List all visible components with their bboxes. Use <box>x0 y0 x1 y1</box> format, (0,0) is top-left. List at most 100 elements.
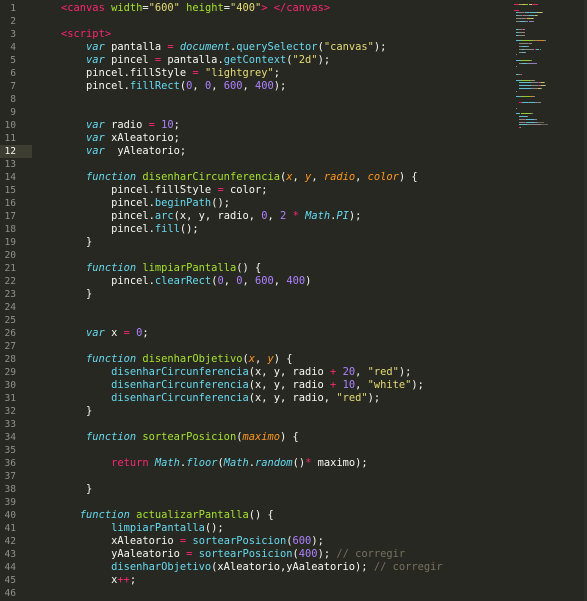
code-text[interactable]: limpiarPantalla(); <box>36 522 224 535</box>
code-line[interactable]: 42 xAleatorio = sortearPosicion(600); <box>0 535 500 548</box>
code-text[interactable]: var yAleatorio; <box>36 145 186 158</box>
code-line[interactable]: 4 var pantalla = document.querySelector(… <box>0 41 500 54</box>
code-text[interactable]: function limpiarPantalla() { <box>36 262 261 275</box>
code-token: ; <box>273 67 281 79</box>
code-text[interactable]: function disenharCircunferencia(x, y, ra… <box>36 171 418 184</box>
code-token: document <box>179 41 230 53</box>
code-line[interactable]: 7 pincel.fillRect(0, 0, 600, 400); <box>0 80 500 93</box>
code-token: "canvas" <box>323 41 374 53</box>
code-line[interactable]: 12 var yAleatorio; <box>0 145 500 158</box>
code-token: sortearPosicion <box>142 431 237 443</box>
code-line[interactable]: 2 <box>0 15 500 28</box>
code-token: yAleatorio; <box>104 145 187 157</box>
code-line[interactable]: 40 function actualizarPantalla() { <box>0 509 500 522</box>
code-text[interactable]: disenharCircunferencia(x, y, radio, "red… <box>36 392 380 405</box>
code-text[interactable]: xAleatorio = sortearPosicion(600); <box>36 535 324 548</box>
code-line[interactable]: 37 <box>0 470 500 483</box>
code-line[interactable]: 8 <box>0 93 500 106</box>
code-line[interactable]: 17 pincel.arc(x, y, radio, 0, 2 * Math.P… <box>0 210 500 223</box>
code-text[interactable]: <canvas width="600" height="400"> </canv… <box>36 2 330 15</box>
code-line[interactable]: 15 pincel.fillStyle = color; <box>0 184 500 197</box>
code-line[interactable]: 39 <box>0 496 500 509</box>
code-line[interactable]: 25 <box>0 314 500 327</box>
code-line[interactable]: 33 <box>0 418 500 431</box>
code-line[interactable]: 19 } <box>0 236 500 249</box>
code-line[interactable]: 28 function disenharObjetivo(x, y) { <box>0 353 500 366</box>
code-line[interactable]: 11 var xAleatorio; <box>0 132 500 145</box>
code-text[interactable]: disenharCircunferencia(x, y, radio + 10,… <box>36 379 424 392</box>
code-line[interactable]: 21 function limpiarPantalla() { <box>0 262 500 275</box>
code-line[interactable]: 9 <box>0 106 500 119</box>
code-line[interactable]: 23 } <box>0 288 500 301</box>
code-text[interactable]: pincel.fill(); <box>36 223 199 236</box>
code-line[interactable]: 29 disenharCircunferencia(x, y, radio + … <box>0 366 500 379</box>
code-text[interactable]: disenharCircunferencia(x, y, radio + 20,… <box>36 366 411 379</box>
code-text[interactable]: var x = 0; <box>36 327 149 340</box>
code-line[interactable]: 34 function sortearPosicion(maximo) { <box>0 431 500 444</box>
code-line[interactable]: 46 <box>0 587 500 600</box>
code-text[interactable]: } <box>36 236 92 249</box>
code-line[interactable]: 45 x++; <box>0 574 500 587</box>
code-text[interactable]: var pantalla = document.querySelector("c… <box>36 41 386 54</box>
code-line[interactable]: 30 disenharCircunferencia(x, y, radio + … <box>0 379 500 392</box>
code-line[interactable]: 22 pincel.clearRect(0, 0, 600, 400) <box>0 275 500 288</box>
code-line[interactable]: 38 } <box>0 483 500 496</box>
code-token: ); <box>317 548 331 560</box>
code-line[interactable]: 3 <script> <box>0 28 500 41</box>
code-text[interactable]: } <box>36 288 92 301</box>
code-text[interactable]: pincel.fillStyle = color; <box>36 184 267 197</box>
code-text[interactable]: x++; <box>36 574 136 587</box>
code-text[interactable]: var radio = 10; <box>36 119 180 132</box>
code-line[interactable]: 44 disenharObjetivo(xAleatorio,yAaleator… <box>0 561 500 574</box>
line-number: 40 <box>4 510 16 521</box>
code-line[interactable]: 26 var x = 0; <box>0 327 500 340</box>
code-line[interactable]: 10 var radio = 10; <box>0 119 500 132</box>
code-line[interactable]: 32 } <box>0 405 500 418</box>
minimap-stroke <box>520 113 531 115</box>
code-text[interactable]: yAaleatorio = sortearPosicion(400); // c… <box>36 548 405 561</box>
code-line[interactable]: 6 pincel.fillStyle = "lightgrey"; <box>0 67 500 80</box>
code-line[interactable]: 14 function disenharCircunferencia(x, y,… <box>0 171 500 184</box>
code-text[interactable]: <script> <box>36 28 111 41</box>
code-text[interactable]: pincel.fillRect(0, 0, 600, 400); <box>36 80 286 93</box>
code-token: ); <box>367 392 381 404</box>
code-line[interactable]: 35 <box>0 444 500 457</box>
code-text[interactable]: function disenharObjetivo(x, y) { <box>36 353 293 366</box>
code-line[interactable]: 43 yAaleatorio = sortearPosicion(400); /… <box>0 548 500 561</box>
code-line[interactable]: 41 limpiarPantalla(); <box>0 522 500 535</box>
minimap-stroke <box>527 46 530 47</box>
code-line[interactable]: 24 <box>0 301 500 314</box>
code-line[interactable]: 31 disenharCircunferencia(x, y, radio, "… <box>0 392 500 405</box>
code-line[interactable]: 5 var pincel = pantalla.getContext("2d")… <box>0 54 500 67</box>
code-text[interactable]: function sortearPosicion(maximo) { <box>36 431 299 444</box>
code-line[interactable]: 1 <canvas width="600" height="400"> </ca… <box>0 2 500 15</box>
code-token: 10 <box>342 379 356 391</box>
minimap[interactable] <box>512 0 587 135</box>
code-text[interactable]: } <box>36 405 92 418</box>
code-line[interactable]: 16 pincel.beginPath(); <box>0 197 500 210</box>
code-text[interactable]: pincel.fillStyle = "lightgrey"; <box>36 67 280 80</box>
code-text[interactable]: } <box>36 483 92 496</box>
code-text[interactable]: var pincel = pantalla.getContext("2d"); <box>36 54 330 67</box>
code-line[interactable]: 13 <box>0 158 500 171</box>
code-text[interactable]: return Math.floor(Math.random()* maximo)… <box>36 457 368 470</box>
minimap-stroke <box>541 12 543 14</box>
code-line[interactable]: 18 pincel.fill(); <box>0 223 500 236</box>
code-lines[interactable]: 1 <canvas width="600" height="400"> </ca… <box>0 2 500 600</box>
code-line[interactable]: 36 return Math.floor(Math.random()* maxi… <box>0 457 500 470</box>
code-text[interactable]: var xAleatorio; <box>36 132 180 145</box>
code-text[interactable]: pincel.clearRect(0, 0, 600, 400) <box>36 275 311 288</box>
code-line[interactable]: 27 <box>0 340 500 353</box>
minimap-stroke <box>536 15 538 17</box>
code-text[interactable]: pincel.beginPath(); <box>36 197 230 210</box>
code-line[interactable]: 20 <box>0 249 500 262</box>
code-token: 400 <box>298 548 318 560</box>
code-text[interactable]: disenharObjetivo(xAleatorio,yAaleatorio)… <box>36 561 443 574</box>
code-text[interactable]: function actualizarPantalla() { <box>36 509 274 522</box>
code-text[interactable]: pincel.arc(x, y, radio, 0, 2 * Math.PI); <box>36 210 361 223</box>
code-editor[interactable]: 1 <canvas width="600" height="400"> </ca… <box>0 0 587 601</box>
